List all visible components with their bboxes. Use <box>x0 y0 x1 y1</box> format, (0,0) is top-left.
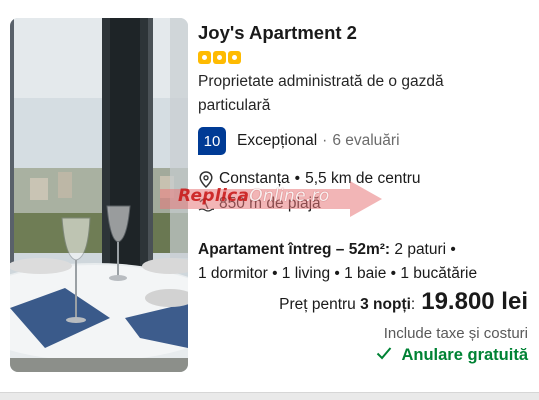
next-card-edge <box>0 392 539 400</box>
review-count: 6 evaluări <box>332 132 400 149</box>
free-cancellation-row: Anulare gratuită <box>376 346 528 365</box>
beach-icon <box>198 195 214 213</box>
free-cancellation-text: Anulare gratuită <box>401 346 528 364</box>
location-row[interactable]: Constanța • 5,5 km de centru <box>198 170 421 188</box>
location-separator: • <box>294 170 301 187</box>
taxes-note: Include taxe și costuri <box>383 325 528 342</box>
price-row: Preț pentru 3 nopți: 19.800 lei <box>279 288 528 316</box>
beach-distance-text: 850 m de plajă <box>219 195 321 212</box>
property-title[interactable]: Joy's Apartment 2 <box>198 22 357 44</box>
price-nights: 3 nopți <box>360 296 411 313</box>
location-distance: 5,5 km de centru <box>305 170 421 187</box>
property-photo[interactable] <box>10 18 188 372</box>
property-card[interactable]: Joy's Apartment 2 Proprietate administra… <box>0 0 539 392</box>
price-amount: 19.800 lei <box>421 288 528 315</box>
apartment-interior-image <box>10 18 188 372</box>
unit-details-line2: 1 dormitor • 1 living • 1 baie • 1 bucăt… <box>198 265 478 282</box>
rating-square-icon <box>198 51 211 64</box>
unit-beds: 2 paturi • <box>394 241 456 258</box>
beach-distance-row: 850 m de plajă <box>198 195 321 213</box>
rating-square-icon <box>228 51 241 64</box>
location-city: Constanța <box>219 170 290 187</box>
unit-type: Apartament întreg – 52m²: <box>198 241 391 258</box>
rating-squares <box>198 51 241 64</box>
price-label: Preț pentru 3 nopți: <box>279 296 415 314</box>
price-colon: : <box>410 296 416 313</box>
unit-details-line1: Apartament întreg – 52m²: 2 paturi • <box>198 241 456 259</box>
review-score-row[interactable]: 10 Excepțional · 6 evaluări <box>198 127 400 155</box>
review-score-word: Excepțional <box>237 132 318 149</box>
review-separator: · <box>322 132 328 149</box>
checkmark-icon <box>376 346 392 365</box>
price-label-prefix: Preț pentru <box>279 296 356 313</box>
map-pin-icon <box>198 170 214 188</box>
review-score-badge: 10 <box>198 127 226 155</box>
host-type-text: Proprietate administrată de o gazdă part… <box>198 73 444 114</box>
rating-square-icon <box>213 51 226 64</box>
